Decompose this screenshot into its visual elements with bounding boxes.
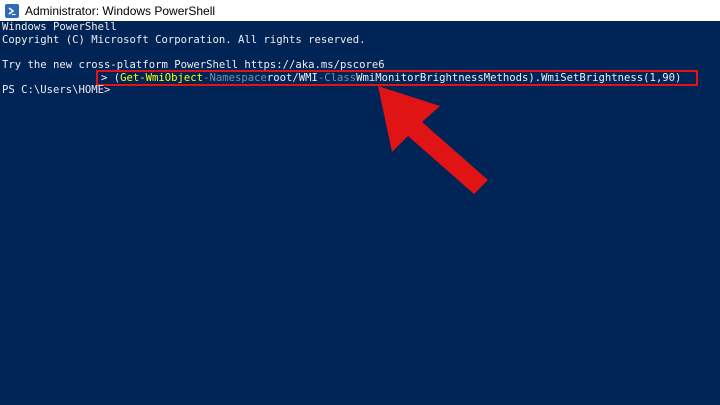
- command-param-namespace: -Namespace: [203, 72, 267, 84]
- command-cmdlet: Get-WmiObject: [120, 72, 204, 84]
- title-bar[interactable]: Administrator: Windows PowerShell: [0, 0, 720, 21]
- powershell-window: Administrator: Windows PowerShell Window…: [0, 0, 720, 405]
- console-line: Windows PowerShell: [2, 21, 117, 33]
- red-arrow-icon: [378, 86, 488, 194]
- window-title: Administrator: Windows PowerShell: [25, 3, 216, 18]
- command-arg-class: WmiMonitorBrightnessMethods).WmiSetBrigh…: [356, 72, 682, 84]
- powershell-icon: [5, 3, 19, 18]
- command-prefix: > (: [101, 72, 121, 84]
- shell-prompt[interactable]: PS C:\Users\HOME>: [2, 84, 110, 96]
- command-param-class: -Class: [317, 72, 357, 84]
- console-line: Copyright (C) Microsoft Corporation. All…: [2, 33, 366, 46]
- command-arg-namespace: root/WMI: [266, 72, 318, 84]
